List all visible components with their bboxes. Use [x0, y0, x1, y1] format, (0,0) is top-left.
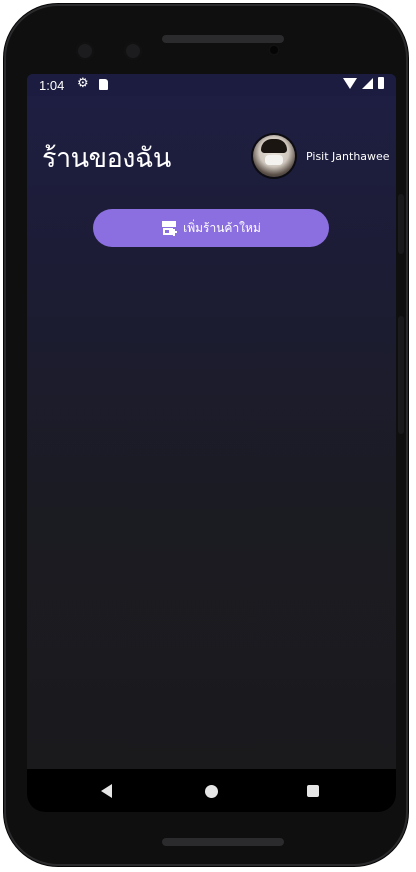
power-button	[398, 194, 404, 254]
navigation-bar	[27, 769, 396, 812]
bottom-speaker	[162, 838, 284, 846]
add-shop-label: เพิ่มร้านค้าใหม่	[183, 220, 261, 235]
gear-icon: ⚙	[77, 76, 89, 91]
earpiece-speaker	[162, 35, 284, 43]
store-add-icon	[161, 220, 179, 236]
add-shop-button[interactable]: เพิ่มร้านค้าใหม่	[93, 209, 329, 247]
app-screen: 1:04 ⚙ ร้านของฉัน Pisit Janthawee เพิ่มร…	[27, 74, 396, 812]
sd-card-icon	[99, 79, 108, 90]
phone-frame: 1:04 ⚙ ร้านของฉัน Pisit Janthawee เพิ่มร…	[4, 4, 408, 866]
wifi-icon	[343, 77, 357, 89]
front-sensor	[76, 42, 94, 60]
home-icon[interactable]	[205, 785, 218, 798]
cellular-icon	[362, 77, 373, 89]
page-title: ร้านของฉัน	[42, 143, 171, 174]
proximity-sensor	[268, 44, 280, 56]
back-icon[interactable]	[101, 784, 112, 798]
status-icons	[343, 77, 384, 89]
recents-icon[interactable]	[307, 785, 319, 797]
avatar-mask	[265, 155, 283, 165]
status-time: 1:04	[39, 78, 65, 93]
avatar[interactable]	[253, 135, 295, 177]
user-name[interactable]: Pisit Janthawee	[306, 150, 390, 163]
status-bar: 1:04 ⚙	[27, 74, 396, 96]
volume-button	[398, 316, 404, 434]
battery-icon	[378, 77, 384, 89]
front-camera	[124, 42, 142, 60]
avatar-hair	[261, 139, 287, 153]
